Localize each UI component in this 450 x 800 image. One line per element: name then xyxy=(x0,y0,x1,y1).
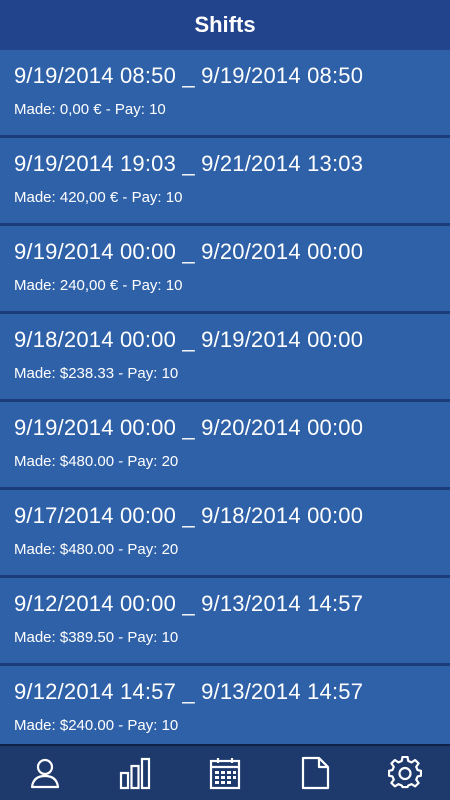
tab-stats[interactable] xyxy=(105,746,165,800)
shift-summary: Made: $389.50 - Pay: 10 xyxy=(14,629,179,646)
shift-summary: Made: $238.33 - Pay: 10 xyxy=(14,365,179,382)
shift-summary: Made: 420,00 € - Pay: 10 xyxy=(14,189,183,206)
shift-row[interactable]: 9/12/2014 14:57 _ 9/13/2014 14:57 Made: … xyxy=(0,666,450,744)
app-header: Shifts xyxy=(0,0,450,50)
shift-row[interactable]: 9/19/2014 00:00 _ 9/20/2014 00:00 Made: … xyxy=(0,402,450,490)
bottom-tab-bar xyxy=(0,744,450,800)
shift-row[interactable]: 9/17/2014 00:00 _ 9/18/2014 00:00 Made: … xyxy=(0,490,450,578)
shift-summary: Made: $480.00 - Pay: 20 xyxy=(14,453,179,470)
page-title: Shifts xyxy=(194,12,256,37)
shift-dates: 9/19/2014 00:00 _ 9/20/2014 00:00 xyxy=(14,239,364,264)
shift-row[interactable]: 9/18/2014 00:00 _ 9/19/2014 00:00 Made: … xyxy=(0,314,450,402)
shift-row[interactable]: 9/12/2014 00:00 _ 9/13/2014 14:57 Made: … xyxy=(0,578,450,666)
bar-chart-icon xyxy=(119,757,151,790)
shift-dates: 9/12/2014 00:00 _ 9/13/2014 14:57 xyxy=(14,591,364,616)
shift-summary: Made: $240.00 - Pay: 10 xyxy=(14,717,179,734)
shift-dates: 9/18/2014 00:00 _ 9/19/2014 00:00 xyxy=(14,327,364,352)
tab-settings[interactable] xyxy=(375,746,435,800)
tab-reports[interactable] xyxy=(285,746,345,800)
tab-profile[interactable] xyxy=(15,746,75,800)
shift-dates: 9/19/2014 19:03 _ 9/21/2014 13:03 xyxy=(14,151,364,176)
shift-dates: 9/19/2014 00:00 _ 9/20/2014 00:00 xyxy=(14,415,364,440)
shift-summary: Made: 0,00 € - Pay: 10 xyxy=(14,101,166,118)
shift-list[interactable]: 9/19/2014 08:50 _ 9/19/2014 08:50 Made: … xyxy=(0,50,450,744)
person-icon xyxy=(30,758,60,789)
shift-row[interactable]: 9/19/2014 19:03 _ 9/21/2014 13:03 Made: … xyxy=(0,138,450,226)
shift-row[interactable]: 9/19/2014 00:00 _ 9/20/2014 00:00 Made: … xyxy=(0,226,450,314)
document-icon xyxy=(301,756,330,790)
gear-icon xyxy=(388,756,422,789)
calendar-icon xyxy=(209,758,241,790)
shift-dates: 9/17/2014 00:00 _ 9/18/2014 00:00 xyxy=(14,503,364,528)
shift-summary: Made: $480.00 - Pay: 20 xyxy=(14,541,179,558)
shift-summary: Made: 240,00 € - Pay: 10 xyxy=(14,277,183,294)
tab-calendar[interactable] xyxy=(195,746,255,800)
shift-row[interactable]: 9/19/2014 08:50 _ 9/19/2014 08:50 Made: … xyxy=(0,50,450,138)
shift-dates: 9/19/2014 08:50 _ 9/19/2014 08:50 xyxy=(14,63,364,88)
shift-dates: 9/12/2014 14:57 _ 9/13/2014 14:57 xyxy=(14,679,364,704)
